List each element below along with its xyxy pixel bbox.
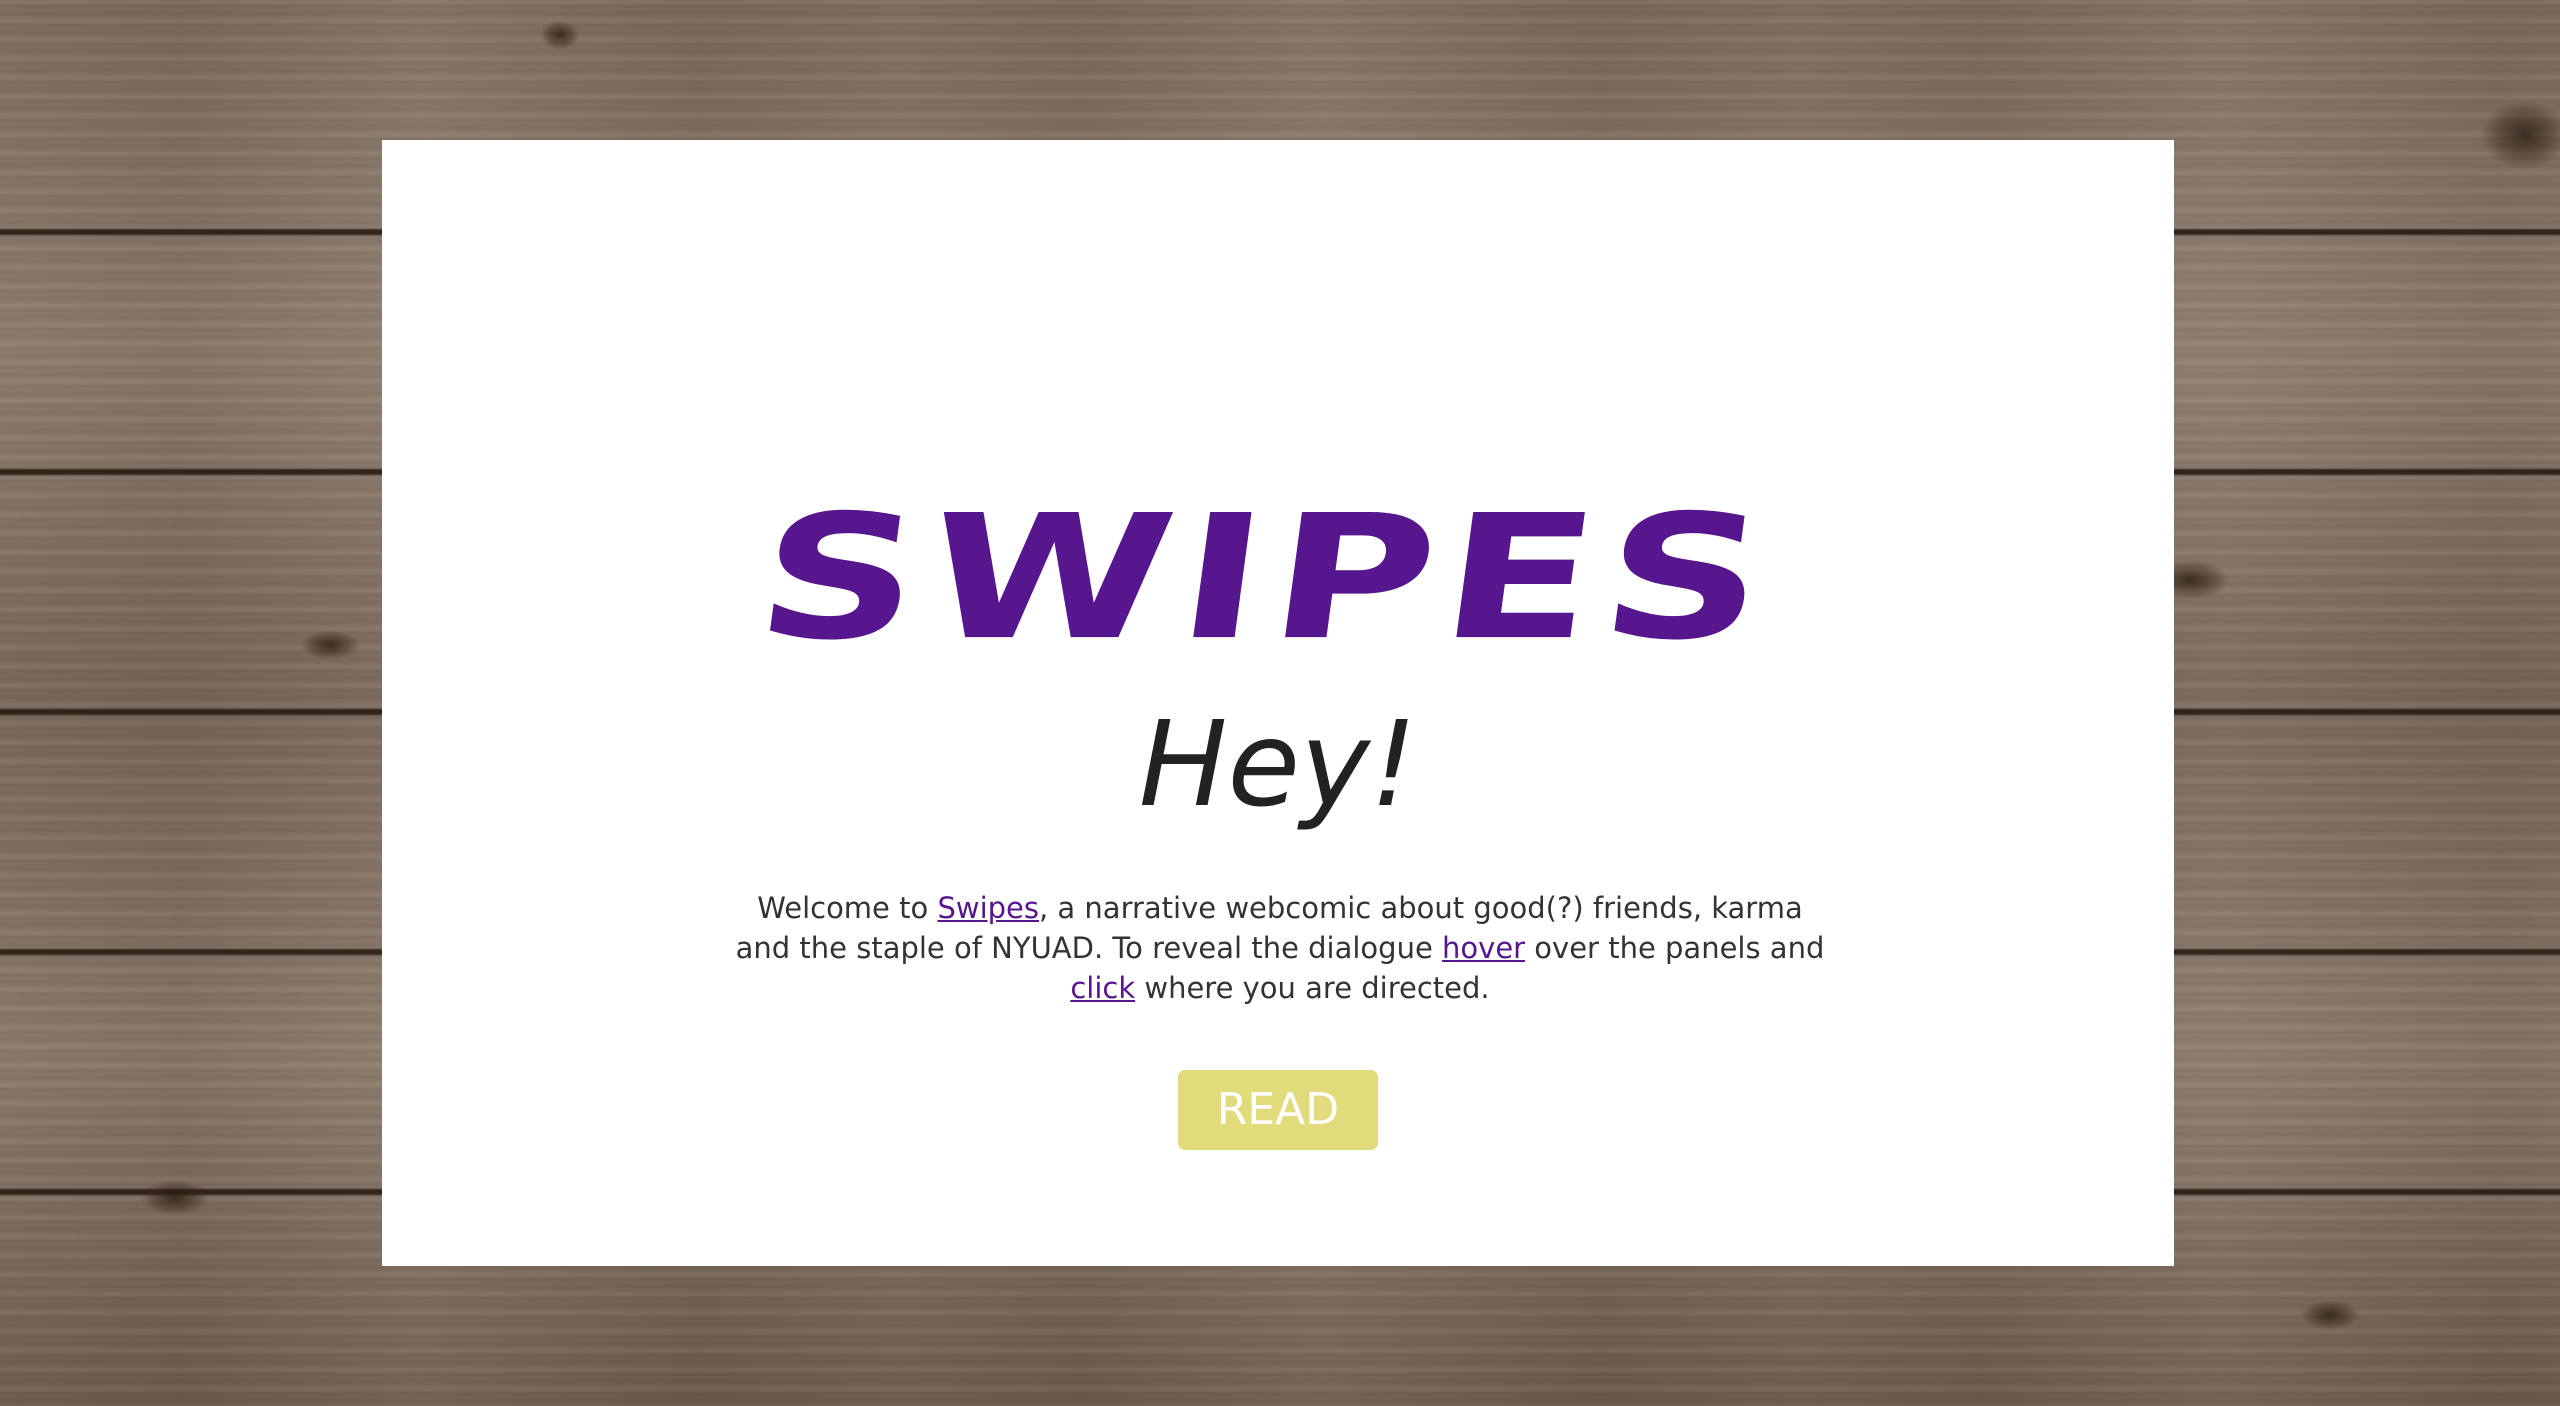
hover-link[interactable]: hover	[1442, 931, 1525, 965]
intro-text-1: Welcome to	[757, 891, 938, 925]
click-link[interactable]: click	[1070, 971, 1135, 1005]
wood-knot	[300, 630, 360, 660]
wood-knot	[2300, 1300, 2360, 1330]
swipes-link[interactable]: Swipes	[937, 891, 1039, 925]
intro-text-4: where you are directed.	[1135, 971, 1490, 1005]
swipes-logo: SWIPES	[746, 477, 1787, 678]
intro-paragraph: Welcome to Swipes, a narrative webcomic …	[730, 888, 1830, 1008]
greeting-heading: Hey!	[1138, 695, 1418, 833]
intro-text-3: over the panels and	[1525, 931, 1825, 965]
wood-knot	[140, 1180, 210, 1215]
read-button[interactable]: READ	[1178, 1070, 1378, 1150]
wood-knot	[540, 20, 580, 50]
wood-knot	[2480, 100, 2560, 170]
intro-card: SWIPES Hey! Welcome to Swipes, a narrati…	[382, 140, 2174, 1266]
